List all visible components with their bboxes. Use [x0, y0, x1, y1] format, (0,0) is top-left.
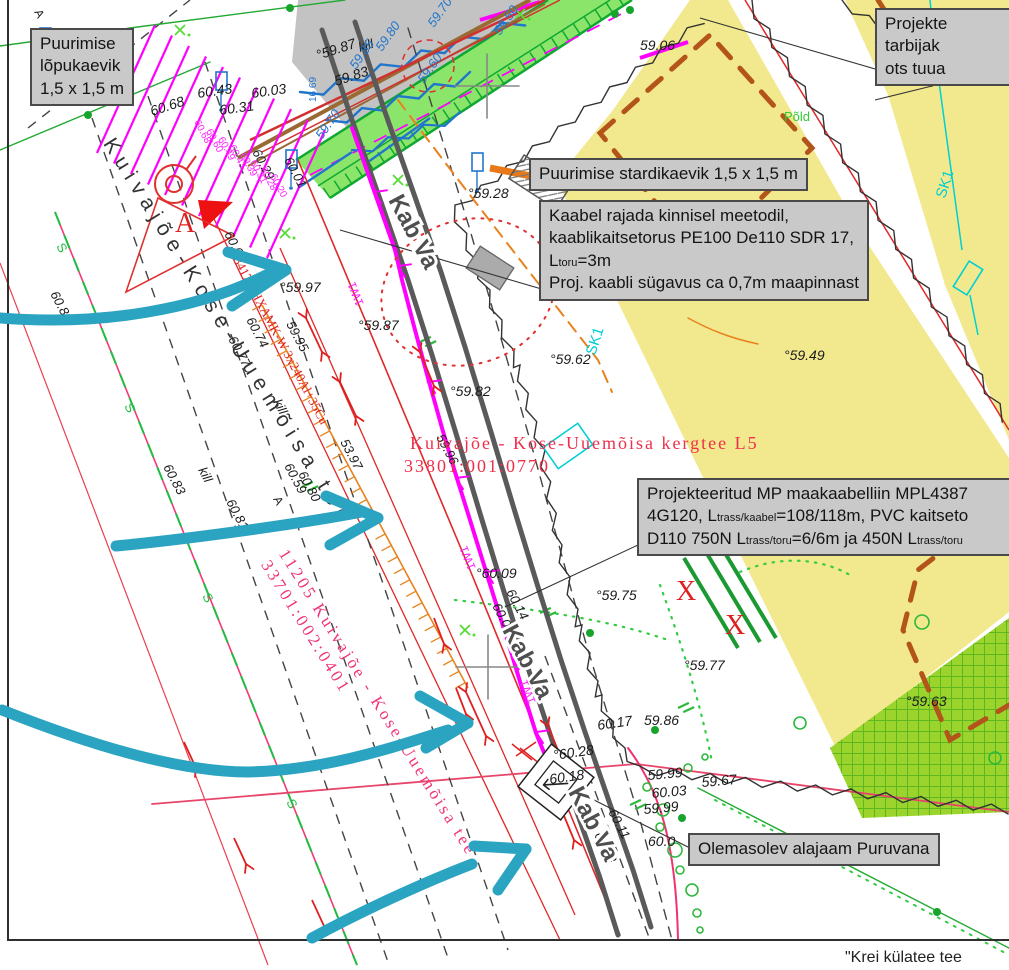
kergtee-cadastral-label: Kuivajõe - Kose-Uuemõisa kergtee L5 3380… — [410, 432, 759, 477]
map-label: 16 69 — [308, 77, 319, 102]
map-label: 59.99 — [647, 764, 684, 783]
note-line: lõpukaevik — [40, 55, 124, 77]
note-line: Olemasolev alajaam Puruvana — [698, 839, 930, 858]
note-line: Proj. kaabli sügavus ca 0,7m maapinnast — [549, 272, 859, 294]
note-line: Projekteeritud MP maakaabelliin MPL4387 — [647, 483, 1009, 505]
note-line: ots tuua — [885, 58, 1009, 80]
drawing-frame-bottom — [7, 939, 1009, 941]
note-line: Ltoru=3m — [549, 250, 859, 272]
note-line: 4G120, Ltrass/kaabel=108/118m, PVC kaits… — [647, 505, 1009, 527]
map-label: kill — [195, 464, 216, 485]
note-box-lopukaevik: Puurimise lõpukaevik 1,5 x 1,5 m — [30, 28, 134, 106]
site-plan-page: °59.75°59.2859.06°59.49°59.62°59.82°59.9… — [0, 0, 1009, 970]
note-line: D110 750N Ltrass/toru=6/6m ja 450N Ltras… — [647, 528, 1009, 550]
map-label: °59.77 — [684, 657, 726, 673]
map-label: °60.09 — [476, 565, 517, 581]
map-label: S — [199, 590, 216, 605]
note-box-tarbijakilp: Projekte tarbijak ots tuua — [875, 8, 1009, 86]
map-label: 60.81 — [223, 496, 252, 532]
note-line: Projekte — [885, 13, 1009, 35]
note-box-stardikaevik: Puurimise stardikaevik 1,5 x 1,5 m — [529, 158, 808, 191]
map-label: X — [676, 576, 696, 607]
note-box-kaabel: Kaabel rajada kinnisel meetodil, kaablik… — [539, 200, 869, 301]
note-line: Kaabel rajada kinnisel meetodil, — [549, 205, 859, 227]
note-line: Puurimise — [40, 33, 124, 55]
map-label: 60.17 — [596, 712, 634, 733]
map-label: °59.49 — [784, 347, 825, 363]
map-label: 60.31 — [218, 97, 255, 118]
map-label: Põld — [784, 109, 810, 124]
bottom-margin-note: "Krei külatee tee — [845, 949, 962, 967]
map-label: °59.75 — [596, 587, 637, 603]
note-line: tarbijak — [885, 35, 1009, 57]
map-label: 59.99 — [643, 798, 680, 817]
map-label: °60.28 — [552, 741, 595, 763]
map-label: °59.82 — [450, 383, 491, 399]
note-line: kaablikaitsetorus PE100 De110 SDR 17, — [549, 227, 859, 249]
map-label: 60.03 — [250, 80, 287, 101]
note-line: Puurimise stardikaevik 1,5 x 1,5 m — [539, 164, 798, 183]
drawing-frame-left — [7, 0, 9, 941]
map-label: A — [31, 7, 47, 21]
map-label: S — [283, 796, 300, 811]
map-label: S — [53, 240, 70, 255]
map-label: 1W1 — [344, 280, 366, 308]
map-label: °59.28 — [468, 185, 509, 201]
map-label: 60.83 — [160, 461, 189, 497]
map-label: 59.86 — [644, 712, 679, 728]
map-label: 60.0 — [648, 833, 675, 849]
map-label: 60.43 — [196, 80, 233, 101]
map-label: 59.67 — [701, 771, 739, 790]
map-label: °59.87 — [358, 317, 400, 333]
map-label: 60.82 — [47, 288, 76, 324]
map-label: X — [725, 610, 745, 641]
map-label: °59.97 — [280, 279, 322, 295]
map-label: °59.63 — [906, 693, 947, 709]
map-label: 1W1 — [456, 544, 478, 572]
note-box-alajaam: Olemasolev alajaam Puruvana — [688, 833, 940, 866]
note-box-mp-kaabelliin: Projekteeritud MP maakaabelliin MPL4387 … — [637, 478, 1009, 556]
map-label: 59.06 — [640, 37, 675, 53]
map-label: A — [270, 494, 286, 508]
note-line: 1,5 x 1,5 m — [40, 78, 124, 100]
map-label: SK1 — [583, 325, 608, 357]
